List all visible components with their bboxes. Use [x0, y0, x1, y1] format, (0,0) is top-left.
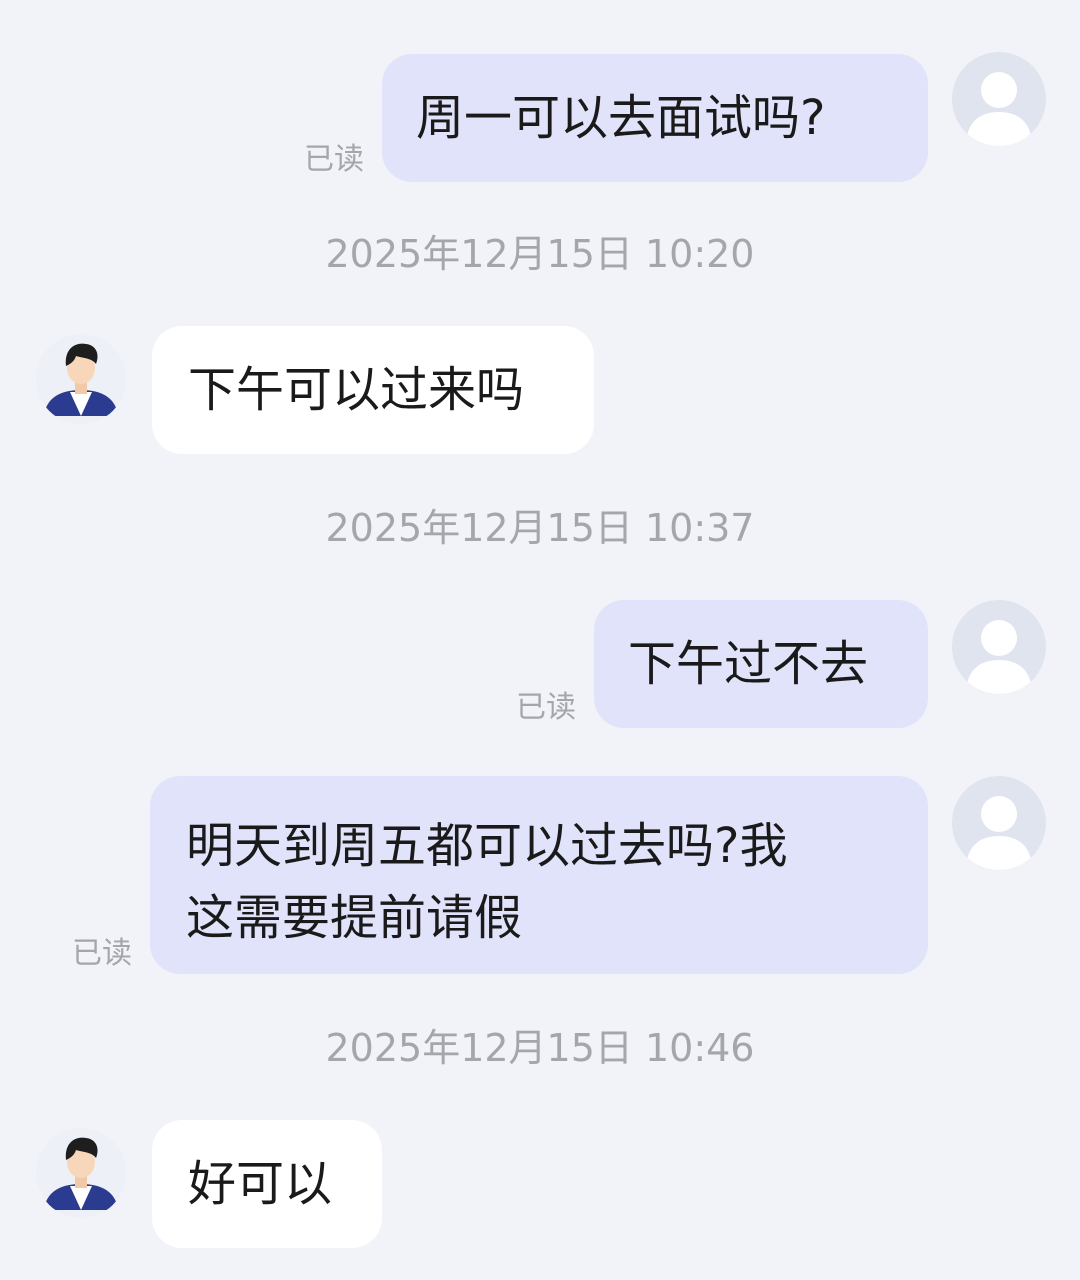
- user-avatar-icon[interactable]: [952, 776, 1046, 870]
- message-text: 周一可以去面试吗?: [416, 90, 826, 146]
- read-receipt: 已读: [72, 936, 132, 971]
- user-avatar-icon[interactable]: [952, 600, 1046, 694]
- message-text: 下午过不去: [628, 636, 869, 692]
- message-bubble-outgoing[interactable]: 周一可以去面试吗?: [382, 54, 928, 182]
- message-bubble-outgoing[interactable]: 明天到周五都可以过去吗?我 这需要提前请假: [150, 776, 928, 974]
- message-timestamp: 2025年12月15日 10:37: [325, 506, 755, 550]
- message-timestamp: 2025年12月15日 10:20: [325, 232, 755, 276]
- message-bubble-outgoing[interactable]: 下午过不去: [594, 600, 928, 728]
- message-text-line: 明天到周五都可以过去吗?我: [186, 818, 788, 874]
- message-text: 好可以: [188, 1156, 333, 1212]
- read-receipt: 已读: [516, 690, 576, 725]
- message-bubble-incoming[interactable]: 好可以: [152, 1120, 382, 1248]
- read-receipt: 已读: [304, 142, 364, 177]
- message-text-line: 这需要提前请假: [186, 890, 523, 946]
- recruiter-avatar-icon[interactable]: [36, 1128, 126, 1218]
- message-timestamp: 2025年12月15日 10:46: [325, 1026, 755, 1070]
- message-bubble-incoming[interactable]: 下午可以过来吗: [152, 326, 594, 454]
- message-text: 下午可以过来吗: [188, 362, 525, 418]
- user-avatar-icon[interactable]: [952, 52, 1046, 146]
- recruiter-avatar-icon[interactable]: [36, 334, 126, 424]
